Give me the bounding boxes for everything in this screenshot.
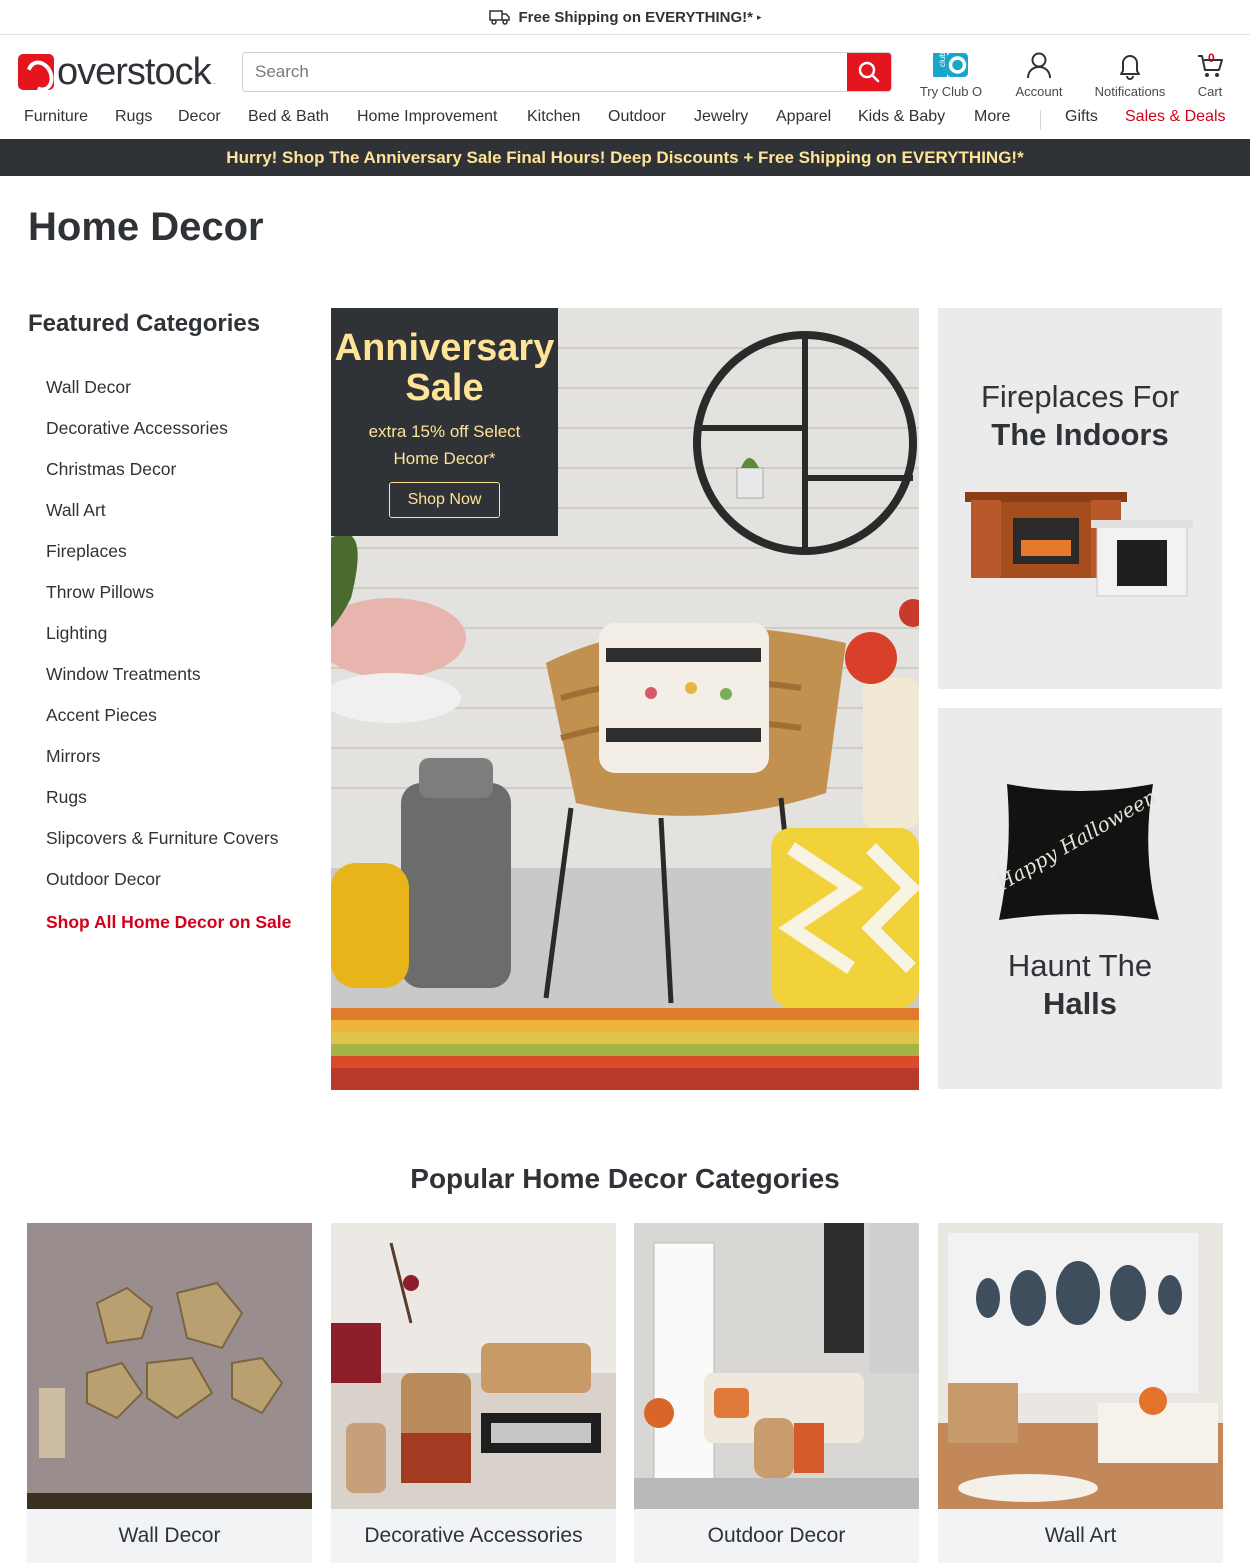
nav-item-jewelry[interactable]: Jewelry [694, 108, 748, 126]
shop-all-sale-link[interactable]: Shop All Home Decor on Sale [46, 912, 291, 953]
nav-item-apparel[interactable]: Apparel [776, 108, 831, 126]
nav-item-kitchen[interactable]: Kitchen [527, 108, 580, 126]
halloween-card[interactable]: Happy Halloween Haunt The Halls [938, 708, 1222, 1089]
nav-item-more[interactable]: More [974, 108, 1010, 126]
club-o-label: Try Club O [919, 84, 983, 99]
tile-label-wall-decor: Wall Decor [27, 1509, 312, 1563]
wall-art-image [938, 1223, 1223, 1509]
logo-mark-icon [18, 54, 54, 90]
bell-icon [1120, 55, 1140, 80]
account-button[interactable]: Account [997, 50, 1081, 99]
decorative-accessories-image [331, 1223, 616, 1509]
main-nav: Furniture Rugs Decor Bed & Bath Home Imp… [0, 108, 1250, 130]
search-button[interactable] [847, 53, 891, 91]
featured-item-wall-art[interactable]: Wall Art [46, 500, 291, 541]
search-icon [858, 61, 880, 83]
nav-item-outdoor[interactable]: Outdoor [608, 108, 666, 126]
caret-right-icon: ▸ [756, 11, 762, 22]
tile-wall-decor[interactable]: Wall Decor [27, 1223, 312, 1563]
hero-title-line2: Sale [405, 367, 484, 409]
tile-outdoor-decor[interactable]: Outdoor Decor [634, 1223, 919, 1563]
truck-icon [488, 10, 510, 25]
search-input[interactable] [243, 53, 847, 91]
featured-categories-title: Featured Categories [28, 310, 261, 337]
nav-item-furniture[interactable]: Furniture [24, 108, 88, 126]
featured-item-decorative-accessories[interactable]: Decorative Accessories [46, 418, 291, 459]
free-shipping-text: Free Shipping on EVERYTHING!* [518, 8, 753, 26]
tile-label-wall-art: Wall Art [938, 1509, 1223, 1563]
account-icon [1027, 52, 1051, 79]
featured-item-accent-pieces[interactable]: Accent Pieces [46, 705, 291, 746]
halloween-card-line2: Halls [1042, 986, 1118, 1021]
search-bar [242, 52, 892, 92]
tile-label-outdoor-decor: Outdoor Decor [634, 1509, 919, 1563]
featured-item-christmas-decor[interactable]: Christmas Decor [46, 459, 291, 500]
featured-item-slipcovers[interactable]: Slipcovers & Furniture Covers [46, 828, 291, 869]
tile-wall-art[interactable]: Wall Art [938, 1223, 1223, 1563]
featured-item-outdoor-decor[interactable]: Outdoor Decor [46, 869, 291, 910]
notifications-label: Notifications [1094, 84, 1166, 99]
featured-categories-list: Wall Decor Decorative Accessories Christ… [46, 377, 291, 953]
featured-item-throw-pillows[interactable]: Throw Pillows [46, 582, 291, 623]
page-title: Home Decor [28, 205, 264, 249]
fireplaces-image [965, 492, 1193, 597]
nav-divider [1040, 110, 1041, 130]
outdoor-decor-image [634, 1223, 919, 1509]
nav-item-bed-bath[interactable]: Bed & Bath [248, 108, 329, 126]
tile-label-decorative-accessories: Decorative Accessories [331, 1509, 616, 1563]
halloween-card-line1: Haunt The [1007, 948, 1153, 983]
svg-text:club: club [938, 52, 947, 67]
club-o-button[interactable]: club Try Club O [905, 50, 997, 99]
shop-now-button[interactable]: Shop Now [388, 482, 501, 518]
nav-item-sales-deals[interactable]: Sales & Deals [1125, 108, 1226, 126]
overstock-logo[interactable]: overstock . [18, 52, 216, 92]
club-o-icon: club [933, 52, 968, 77]
promo-banner[interactable]: Hurry! Shop The Anniversary Sale Final H… [0, 139, 1250, 176]
tile-decorative-accessories[interactable]: Decorative Accessories [331, 1223, 616, 1563]
featured-item-window-treatments[interactable]: Window Treatments [46, 664, 291, 705]
nav-item-gifts[interactable]: Gifts [1065, 108, 1098, 126]
header-icons: club Try Club O Account Notifications 0 … [905, 50, 1241, 99]
logo-text: overstock [57, 51, 212, 93]
hero-offer-panel: Anniversary Sale extra 15% off Select Ho… [331, 308, 558, 536]
account-label: Account [1015, 84, 1063, 99]
free-shipping-bar[interactable]: Free Shipping on EVERYTHING!* ▸ [0, 0, 1250, 35]
fireplaces-card-line2: The Indoors [991, 417, 1169, 452]
featured-item-wall-decor[interactable]: Wall Decor [46, 377, 291, 418]
hero-title-line1: Anniversary [334, 327, 555, 369]
hero-subtitle-line1: extra 15% off Select [368, 422, 521, 441]
cart-button[interactable]: 0 Cart [1179, 50, 1241, 99]
nav-item-decor[interactable]: Decor [178, 108, 221, 126]
wall-decor-image [27, 1223, 312, 1509]
notifications-button[interactable]: Notifications [1081, 50, 1179, 99]
featured-item-lighting[interactable]: Lighting [46, 623, 291, 664]
fireplaces-card-line1: Fireplaces For [980, 379, 1180, 414]
anniversary-sale-hero[interactable]: Anniversary Sale extra 15% off Select Ho… [331, 308, 919, 1090]
popular-categories-title: Popular Home Decor Categories [410, 1163, 840, 1194]
featured-item-mirrors[interactable]: Mirrors [46, 746, 291, 787]
featured-item-rugs[interactable]: Rugs [46, 787, 291, 828]
logo-trademark: . [213, 77, 216, 86]
halloween-pillow-image: Happy Halloween [991, 784, 1161, 920]
hero-subtitle-line2: Home Decor* [393, 449, 496, 468]
fireplaces-card[interactable]: Fireplaces For The Indoors [938, 308, 1222, 689]
nav-item-rugs[interactable]: Rugs [115, 108, 152, 126]
cart-count-badge: 0 [1208, 51, 1215, 65]
cart-label: Cart [1197, 84, 1223, 99]
nav-item-kids-baby[interactable]: Kids & Baby [858, 108, 945, 126]
nav-item-home-improvement[interactable]: Home Improvement [357, 108, 498, 126]
featured-item-fireplaces[interactable]: Fireplaces [46, 541, 291, 582]
